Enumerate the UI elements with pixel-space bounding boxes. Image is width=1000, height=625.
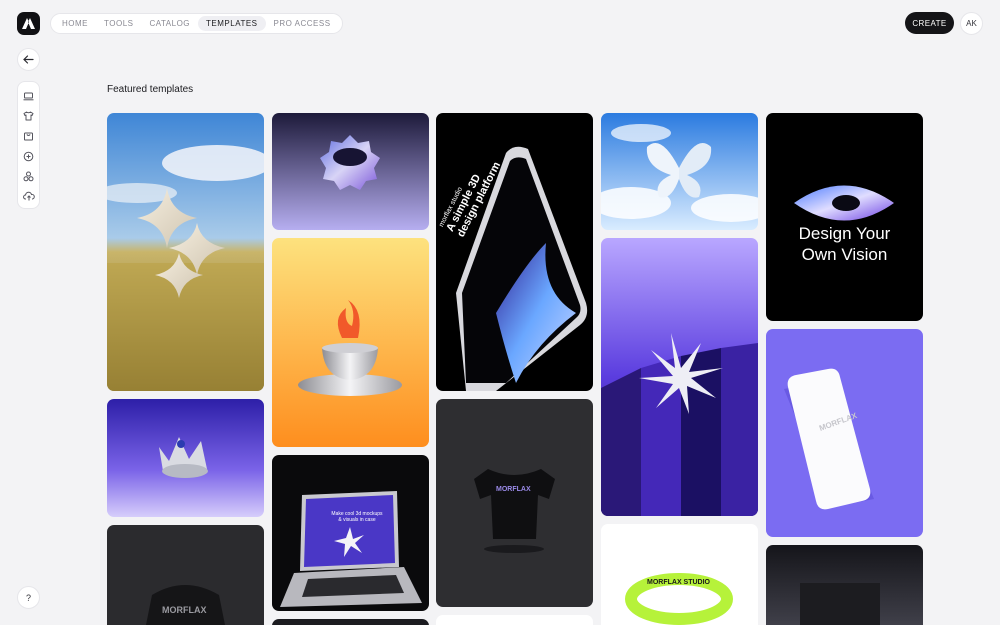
help-button[interactable]: ? (17, 586, 40, 609)
template-card-box[interactable] (766, 545, 923, 625)
eye-poster-text: Design Your Own Vision (766, 223, 923, 265)
shapes-icon (23, 171, 34, 181)
nav-home[interactable]: HOME (54, 16, 96, 31)
template-card-flower-pillars[interactable] (601, 238, 758, 516)
template-card-hoodie[interactable]: MORFLAX (107, 525, 264, 625)
template-card-phone-poster[interactable]: morflax studio A simple 3D design platfo… (436, 113, 593, 391)
template-card-white-bottom[interactable] (436, 615, 593, 625)
template-card-cup[interactable] (272, 238, 429, 447)
back-button[interactable] (17, 48, 40, 71)
template-card-iphone[interactable]: MORFLAX (766, 329, 923, 537)
eye-poster-line1: Design Your (798, 224, 891, 243)
upload-cloud-icon (22, 191, 35, 201)
template-card-tshirt[interactable]: MORFLAX (436, 399, 593, 607)
svg-text:MORFLAX: MORFLAX (162, 605, 207, 615)
template-card-eye-poster[interactable]: Design Your Own Vision (766, 113, 923, 321)
create-button[interactable]: CREATE (905, 12, 954, 34)
template-card-gear-ring[interactable] (272, 113, 429, 230)
tool-laptop[interactable] (20, 86, 37, 106)
laptop-icon (23, 92, 34, 100)
eye-poster-line2: Own Vision (801, 245, 888, 264)
svg-text:MORFLAX: MORFLAX (496, 486, 531, 493)
template-card-dark-bottom[interactable] (272, 619, 429, 625)
tool-tshirt[interactable] (20, 106, 37, 126)
arrow-left-icon (23, 55, 34, 64)
laptop-screen-line2: & visuals in case (338, 517, 376, 523)
templates-grid: MORFLAX Make cool 3d mockups & visuals i… (107, 113, 923, 625)
nav-pro-access[interactable]: PRO ACCESS (266, 16, 339, 31)
wristband-text: MORFLAX STUDIO (647, 579, 711, 586)
bag-icon (24, 132, 33, 141)
tshirt-icon (23, 111, 34, 121)
template-card-butterfly[interactable] (601, 113, 758, 230)
template-card-crown[interactable] (107, 399, 264, 517)
nav-templates[interactable]: TEMPLATES (198, 16, 266, 31)
tool-badge[interactable] (20, 146, 37, 166)
laptop-screen-text: Make cool 3d mockups & visuals in case (312, 511, 402, 523)
template-card-wristband[interactable]: MORFLAX STUDIO (601, 524, 758, 625)
nav-tools[interactable]: TOOLS (96, 16, 141, 31)
tool-bag[interactable] (20, 126, 37, 146)
badge-icon (23, 151, 34, 161)
tool-upload[interactable] (20, 186, 37, 206)
template-card-laptop[interactable]: Make cool 3d mockups & visuals in case (272, 455, 429, 611)
nav-catalog[interactable]: CATALOG (141, 16, 198, 31)
page-title: Featured templates (107, 84, 194, 95)
avatar[interactable]: AK (960, 12, 983, 35)
template-card-sparkle-field[interactable] (107, 113, 264, 391)
tool-sidebar (17, 81, 40, 209)
main-nav: HOME TOOLS CATALOG TEMPLATES PRO ACCESS (50, 13, 343, 34)
morflax-logo-icon[interactable] (17, 12, 40, 35)
tool-shapes[interactable] (20, 166, 37, 186)
